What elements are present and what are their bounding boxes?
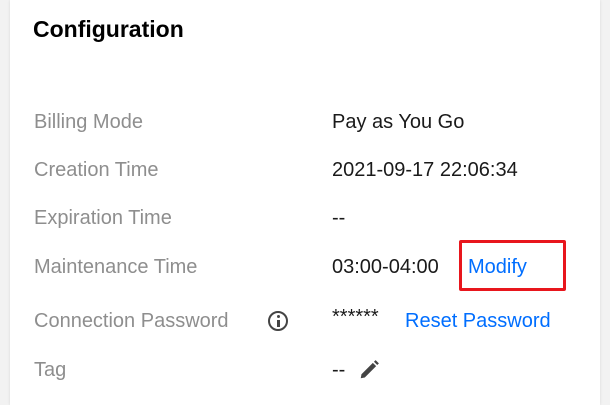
configuration-panel: Configuration Billing Mode Pay as You Go… bbox=[10, 0, 600, 405]
billing-mode-value: Pay as You Go bbox=[332, 111, 465, 133]
creation-time-value: 2021-09-17 22:06:34 bbox=[332, 159, 518, 181]
expiration-time-label: Expiration Time bbox=[34, 207, 172, 229]
maintenance-time-label: Maintenance Time bbox=[34, 256, 198, 278]
reset-password-link[interactable]: Reset Password bbox=[405, 306, 551, 336]
pencil-icon[interactable] bbox=[358, 359, 380, 381]
connection-password-value: ****** bbox=[332, 306, 379, 328]
creation-time-label: Creation Time bbox=[34, 159, 159, 181]
maintenance-time-value: 03:00-04:00 bbox=[332, 256, 439, 278]
tag-value: -- bbox=[332, 359, 346, 381]
info-icon[interactable] bbox=[268, 311, 288, 331]
expiration-time-value: -- bbox=[332, 207, 346, 229]
billing-mode-label: Billing Mode bbox=[34, 111, 143, 133]
billing-mode-row: Billing Mode Pay as You Go bbox=[34, 107, 594, 137]
tag-row: Tag -- bbox=[34, 355, 594, 385]
tag-label: Tag bbox=[34, 359, 67, 381]
creation-time-row: Creation Time 2021-09-17 22:06:34 bbox=[34, 155, 594, 185]
connection-password-row: Connection Password ****** Reset Passwor… bbox=[34, 306, 594, 336]
highlight-box bbox=[459, 240, 566, 291]
expiration-time-row: Expiration Time -- bbox=[34, 203, 594, 233]
connection-password-label: Connection Password bbox=[34, 310, 229, 332]
section-title: Configuration bbox=[33, 16, 184, 42]
